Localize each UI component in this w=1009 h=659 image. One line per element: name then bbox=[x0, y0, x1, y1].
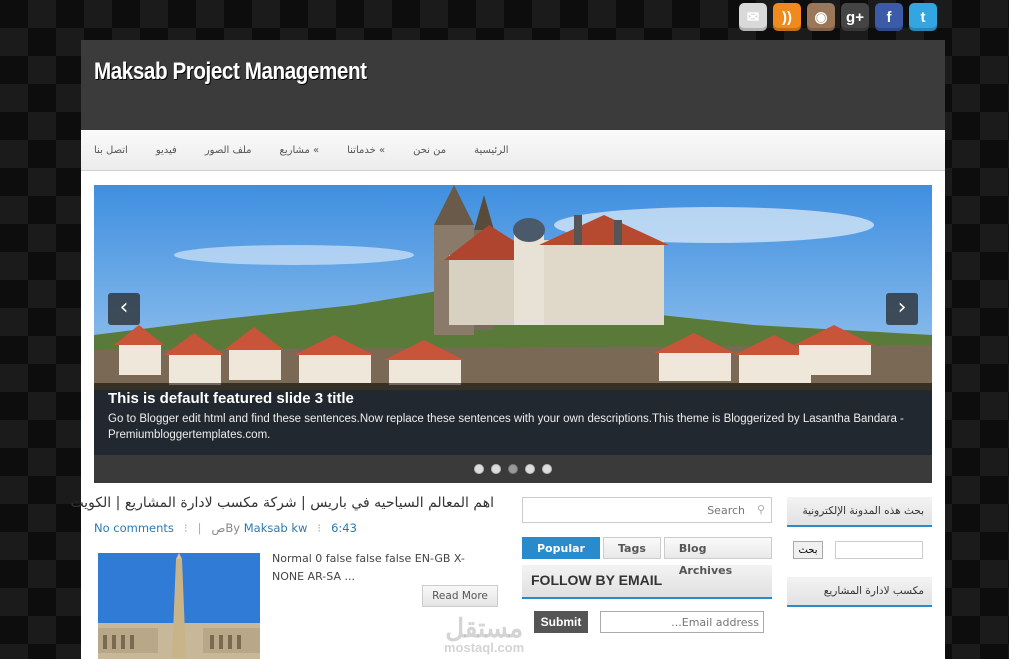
featured-slider[interactable]: ‹ › This is default featured slide 3 tit… bbox=[94, 185, 932, 455]
right-sidebar: بحث هذه المدونة الإلكترونية بحث مكسب لاد… bbox=[787, 497, 932, 607]
rss-icon[interactable]: )) bbox=[773, 3, 801, 31]
instagram-icon[interactable]: ◉ bbox=[807, 3, 835, 31]
slider-dot-4[interactable] bbox=[525, 464, 535, 474]
tab-popular[interactable]: Popular bbox=[522, 537, 600, 559]
nav-item-home[interactable]: الرئيسية bbox=[474, 145, 508, 156]
post-time[interactable]: 6:43 bbox=[331, 521, 357, 535]
email-subscribe-form: Submit bbox=[522, 611, 772, 633]
slider-dot-3[interactable] bbox=[508, 464, 518, 474]
blog-search-input[interactable] bbox=[835, 541, 923, 559]
slider-pagination bbox=[94, 455, 932, 483]
slider-dot-5[interactable] bbox=[542, 464, 552, 474]
meta-separator: ⁝ bbox=[317, 521, 322, 535]
slide-description: Go to Blogger edit html and find these s… bbox=[108, 413, 904, 441]
meta-separator: ⁝ bbox=[183, 521, 188, 535]
slider-dot-2[interactable] bbox=[491, 464, 501, 474]
twitter-icon[interactable]: t bbox=[909, 3, 937, 31]
site-header: Maksab Project Management bbox=[81, 40, 945, 130]
blog-search-heading: بحث هذه المدونة الإلكترونية bbox=[787, 497, 932, 527]
google-plus-icon[interactable]: g+ bbox=[841, 3, 869, 31]
search-input[interactable] bbox=[523, 498, 771, 522]
blog-search-button[interactable]: بحث bbox=[793, 541, 823, 559]
tab-blog-archives[interactable]: Blog Archives bbox=[663, 537, 772, 577]
site-title[interactable]: Maksab Project Management bbox=[94, 58, 367, 86]
watermark-url: mostaql.com bbox=[444, 640, 525, 655]
slider-next-button[interactable]: › bbox=[886, 293, 918, 325]
read-more-button[interactable]: Read More bbox=[422, 585, 498, 607]
widget-tabs: Popular Tags Blog Archives bbox=[522, 537, 772, 577]
email-field[interactable] bbox=[600, 611, 764, 633]
nav-item-video[interactable]: فيديو bbox=[156, 145, 177, 156]
post-author-prefix: صBy bbox=[211, 521, 241, 535]
post-excerpt: Normal 0 false false false EN-GB X-NONE … bbox=[272, 552, 465, 583]
middle-sidebar: ⚲ Popular Tags Blog Archives FOLLOW BY E… bbox=[522, 497, 772, 633]
nav-item-projects[interactable]: مشاريع « bbox=[280, 145, 320, 156]
nav-item-services[interactable]: خدماتنا « bbox=[347, 145, 385, 156]
email-icon[interactable]: ✉ bbox=[739, 3, 767, 31]
search-box: ⚲ bbox=[522, 497, 772, 523]
maksab-widget-heading: مكسب لادارة المشاريع bbox=[787, 577, 932, 607]
nav-item-about[interactable]: من نحن bbox=[413, 145, 446, 156]
submit-button[interactable]: Submit bbox=[534, 611, 588, 633]
blog-search-form: بحث bbox=[787, 541, 932, 559]
post-thumbnail[interactable] bbox=[98, 553, 260, 659]
watermark-logo: مستقل mostaql.com bbox=[444, 613, 524, 655]
nav-item-contact[interactable]: اتصل بنا bbox=[94, 145, 128, 156]
post-title[interactable]: اهم المعالم السياحيه في باريس | شركة مكس… bbox=[70, 495, 494, 511]
nav-item-gallery[interactable]: ملف الصور bbox=[205, 145, 252, 156]
meta-separator: | bbox=[197, 521, 202, 535]
slide-title[interactable]: This is default featured slide 3 title bbox=[108, 390, 918, 407]
social-icons: ✉ )) ◉ g+ f t bbox=[739, 3, 937, 31]
tab-tags[interactable]: Tags bbox=[602, 537, 661, 559]
slider-dots bbox=[94, 464, 932, 474]
post-meta: No comments ⁝ | صBy Maksab kw ⁝ 6:43 bbox=[94, 521, 494, 535]
follow-by-email-heading: FOLLOW BY EMAIL bbox=[522, 565, 772, 599]
post-comments-link[interactable]: No comments bbox=[94, 521, 174, 535]
facebook-icon[interactable]: f bbox=[875, 3, 903, 31]
blog-post: اهم المعالم السياحيه في باريس | شركة مكس… bbox=[70, 495, 524, 659]
slider-dot-1[interactable] bbox=[474, 464, 484, 474]
main-nav: اتصل بنا فيديو ملف الصور مشاريع « خدماتن… bbox=[81, 130, 945, 171]
page-container: Maksab Project Management اتصل بنا فيديو… bbox=[70, 40, 945, 659]
post-author-link[interactable]: Maksab kw bbox=[244, 521, 308, 535]
slider-prev-button[interactable]: ‹ bbox=[108, 293, 140, 325]
search-icon[interactable]: ⚲ bbox=[757, 503, 765, 516]
slide-caption: This is default featured slide 3 title G… bbox=[94, 383, 932, 455]
